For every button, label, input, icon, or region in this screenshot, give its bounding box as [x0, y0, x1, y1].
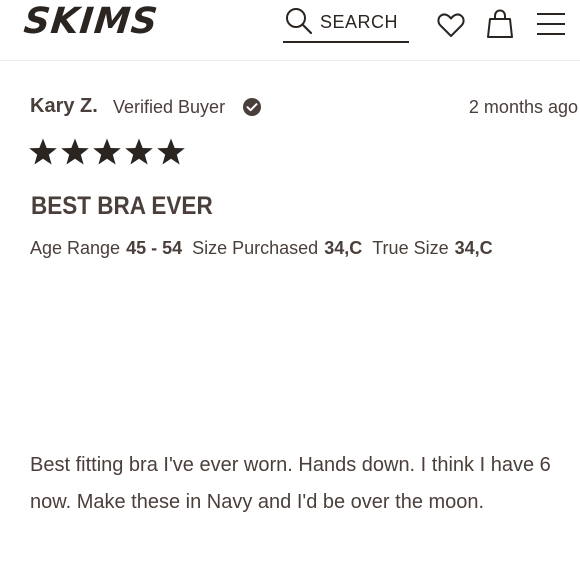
true-size-label: True Size: [372, 238, 449, 258]
age-range-label: Age Range: [30, 238, 121, 258]
review-body: Best fitting bra I've ever worn. Hands d…: [30, 454, 551, 513]
verified-check-icon: [243, 98, 261, 116]
heart-icon[interactable]: [436, 10, 466, 40]
star-icon: [157, 138, 185, 165]
star-rating: [28, 137, 186, 171]
search-label: SEARCH: [320, 12, 399, 32]
size-purchased-label: Size Purchased: [192, 238, 319, 258]
reviewer-row: Kary Z. Verified Buyer 2 months ago: [30, 95, 580, 123]
menu-icon[interactable]: [536, 10, 566, 38]
skims-logo[interactable]: SKIMS: [22, 1, 160, 42]
verified-buyer-label: Verified Buyer: [113, 97, 226, 117]
site-header: SKIMS SEARCH: [0, 0, 580, 61]
star-icon: [29, 138, 57, 165]
review-date: 2 months ago: [468, 97, 578, 117]
star-icon: [93, 138, 121, 165]
true-size-value: 34,C: [454, 238, 493, 258]
review-title: BEST BRA EVER: [31, 192, 213, 220]
age-range-value: 45 - 54: [126, 238, 183, 258]
review-attributes: Age Range 45 - 54 Size Purchased 34,C True S…: [30, 238, 503, 259]
search-icon: [286, 8, 313, 35]
reviewer-name: Kary Z.: [30, 95, 98, 117]
star-icon: [125, 138, 153, 165]
search-bar[interactable]: SEARCH: [283, 4, 409, 43]
bag-icon[interactable]: [485, 8, 515, 40]
size-purchased-value: 34,C: [324, 238, 363, 258]
star-icon: [61, 138, 89, 165]
